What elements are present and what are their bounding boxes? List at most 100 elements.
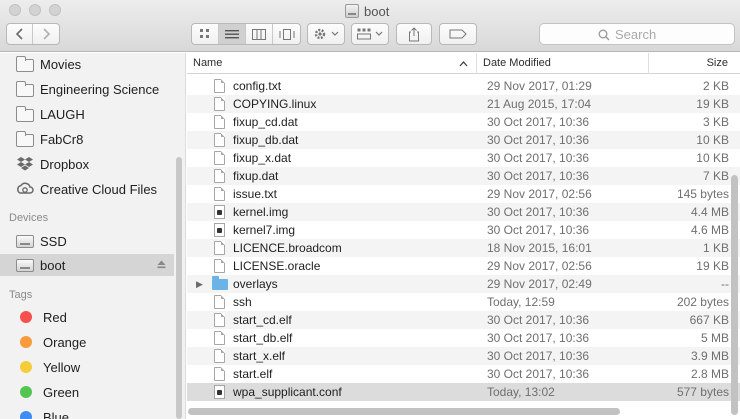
file-size: 1 KB — [702, 241, 729, 255]
edit-tags-button[interactable] — [439, 23, 477, 45]
minimize-window-button[interactable] — [29, 4, 41, 16]
titlebar: boot — [0, 0, 740, 52]
search-icon — [598, 29, 610, 40]
file-size: 4.4 MB — [690, 205, 729, 219]
sidebar-tag-orange[interactable]: Orange — [0, 331, 174, 353]
folder-icon — [212, 276, 228, 290]
sidebar-item-laugh[interactable]: LAUGH — [0, 103, 174, 125]
file-date: Today, 12:59 — [487, 295, 555, 309]
column-header-row: Name Date Modified Size — [187, 53, 740, 74]
search-field[interactable] — [539, 23, 735, 45]
file-row[interactable]: config.txt 29 Nov 2017, 01:29 2 KB — [187, 77, 740, 95]
file-list-vertical-scrollbar[interactable] — [731, 175, 738, 415]
sidebar-item-label: boot — [40, 257, 66, 273]
search-input[interactable] — [615, 27, 715, 42]
file-size: 145 bytes — [676, 187, 729, 201]
file-name: fixup_db.dat — [233, 133, 299, 147]
sidebar-scrollbar[interactable] — [176, 157, 182, 419]
chevron-down-icon — [375, 31, 383, 36]
file-row[interactable]: fixup_cd.dat 30 Oct 2017, 10:36 3 KB — [187, 113, 740, 131]
list-icon — [225, 29, 239, 38]
file-list-horizontal-scrollbar[interactable] — [188, 408, 620, 415]
icon-view-button[interactable] — [192, 24, 219, 44]
eject-icon[interactable] — [157, 260, 166, 269]
document-icon — [214, 133, 225, 147]
document-icon — [214, 367, 225, 381]
sidebar-item-boot[interactable]: boot — [0, 254, 174, 276]
tag-yellow-dot-icon — [20, 361, 32, 373]
sidebar-item-creative-cloud-files[interactable]: Creative Cloud Files — [0, 178, 174, 200]
file-size: 202 bytes — [676, 295, 729, 309]
back-button[interactable] — [7, 24, 33, 44]
drive-icon — [16, 258, 34, 272]
file-size: 7 KB — [702, 169, 729, 183]
file-name: kernel.img — [233, 205, 289, 219]
file-row[interactable]: fixup_db.dat 30 Oct 2017, 10:36 10 KB — [187, 131, 740, 149]
disclosure-triangle-icon[interactable]: ▶ — [196, 275, 203, 293]
forward-button[interactable] — [33, 24, 59, 44]
file-date: 30 Oct 2017, 10:36 — [487, 151, 590, 165]
file-row[interactable]: fixup_x.dat 30 Oct 2017, 10:36 10 KB — [187, 149, 740, 167]
sidebar-item-movies[interactable]: Movies — [0, 53, 174, 75]
file-row[interactable]: start.elf 30 Oct 2017, 10:36 2.8 MB — [187, 365, 740, 383]
sidebar-item-label: Blue — [43, 409, 70, 419]
file-name: LICENCE.broadcom — [233, 241, 342, 255]
file-name: fixup.dat — [233, 169, 279, 183]
list-view-button[interactable] — [219, 24, 246, 44]
sidebar-item-engineering-science[interactable]: Engineering Science — [0, 78, 174, 100]
file-row[interactable]: issue.txt 29 Nov 2017, 02:56 145 bytes — [187, 185, 740, 203]
close-window-button[interactable] — [9, 4, 21, 16]
file-row[interactable]: LICENSE.oracle 29 Nov 2017, 02:56 19 KB — [187, 257, 740, 275]
file-name: wpa_supplicant.conf — [233, 385, 342, 399]
date-modified-column-header[interactable]: Date Modified — [477, 53, 649, 74]
sidebar-item-dropbox[interactable]: Dropbox — [0, 153, 174, 175]
share-button[interactable] — [396, 23, 432, 45]
sidebar-item-label: Green — [43, 384, 80, 400]
file-size: 2 KB — [702, 79, 729, 93]
sidebar-item-ssd[interactable]: SSD — [0, 230, 174, 252]
sidebar-tag-red[interactable]: Red — [0, 306, 174, 328]
file-row[interactable]: start_x.elf 30 Oct 2017, 10:36 3.9 MB — [187, 347, 740, 365]
cover-flow-view-button[interactable] — [273, 24, 300, 44]
file-row[interactable]: kernel7.img 30 Oct 2017, 10:36 4.6 MB — [187, 221, 740, 239]
action-menu-button[interactable] — [307, 23, 345, 45]
file-name: start.elf — [233, 367, 273, 381]
sidebar-item-label: Orange — [43, 334, 87, 350]
file-row[interactable]: start_cd.elf 30 Oct 2017, 10:36 667 KB — [187, 311, 740, 329]
sidebar-item-label: Movies — [40, 56, 82, 72]
sidebar-item-fabcr8[interactable]: FabCr8 — [0, 128, 174, 150]
file-date: 30 Oct 2017, 10:36 — [487, 133, 590, 147]
executable-icon — [214, 223, 225, 237]
folder-row[interactable]: ▶ overlays 29 Nov 2017, 02:49 -- — [187, 275, 740, 293]
document-icon — [214, 313, 225, 327]
file-size: 4.6 MB — [690, 223, 729, 237]
sidebar-tag-yellow[interactable]: Yellow — [0, 356, 174, 378]
file-row[interactable]: start_db.elf 30 Oct 2017, 10:36 5 MB — [187, 329, 740, 347]
file-date: 30 Oct 2017, 10:36 — [487, 205, 590, 219]
file-date: 30 Oct 2017, 10:36 — [487, 169, 590, 183]
file-row[interactable]: kernel.img 30 Oct 2017, 10:36 4.4 MB — [187, 203, 740, 221]
column-view-button[interactable] — [246, 24, 273, 44]
file-name: start_db.elf — [233, 331, 293, 345]
sidebar-item-label: SSD — [40, 233, 67, 249]
tag-green-dot-icon — [20, 386, 32, 398]
arrange-grid-icon — [357, 28, 371, 40]
chevron-down-icon — [331, 31, 339, 36]
name-column-header[interactable]: Name — [187, 53, 477, 74]
document-icon — [214, 259, 225, 273]
sidebar-tag-green[interactable]: Green — [0, 381, 174, 403]
file-row-selected[interactable]: wpa_supplicant.conf Today, 13:02 577 byt… — [187, 383, 740, 401]
file-row[interactable]: LICENCE.broadcom 18 Nov 2015, 16:01 1 KB — [187, 239, 740, 257]
file-date: 30 Oct 2017, 10:36 — [487, 367, 590, 381]
file-row[interactable]: fixup.dat 30 Oct 2017, 10:36 7 KB — [187, 167, 740, 185]
file-row[interactable]: ssh Today, 12:59 202 bytes — [187, 293, 740, 311]
document-icon — [214, 349, 225, 363]
file-row[interactable]: COPYING.linux 21 Aug 2015, 17:04 19 KB — [187, 95, 740, 113]
size-column-header[interactable]: Size — [649, 53, 740, 74]
sidebar-tag-blue[interactable]: Blue — [0, 406, 174, 419]
arrange-menu-button[interactable] — [351, 23, 389, 45]
file-date: 29 Nov 2017, 01:29 — [487, 79, 592, 93]
folder-icon — [16, 55, 34, 72]
window-title: boot — [345, 2, 389, 20]
zoom-window-button[interactable] — [49, 4, 61, 16]
